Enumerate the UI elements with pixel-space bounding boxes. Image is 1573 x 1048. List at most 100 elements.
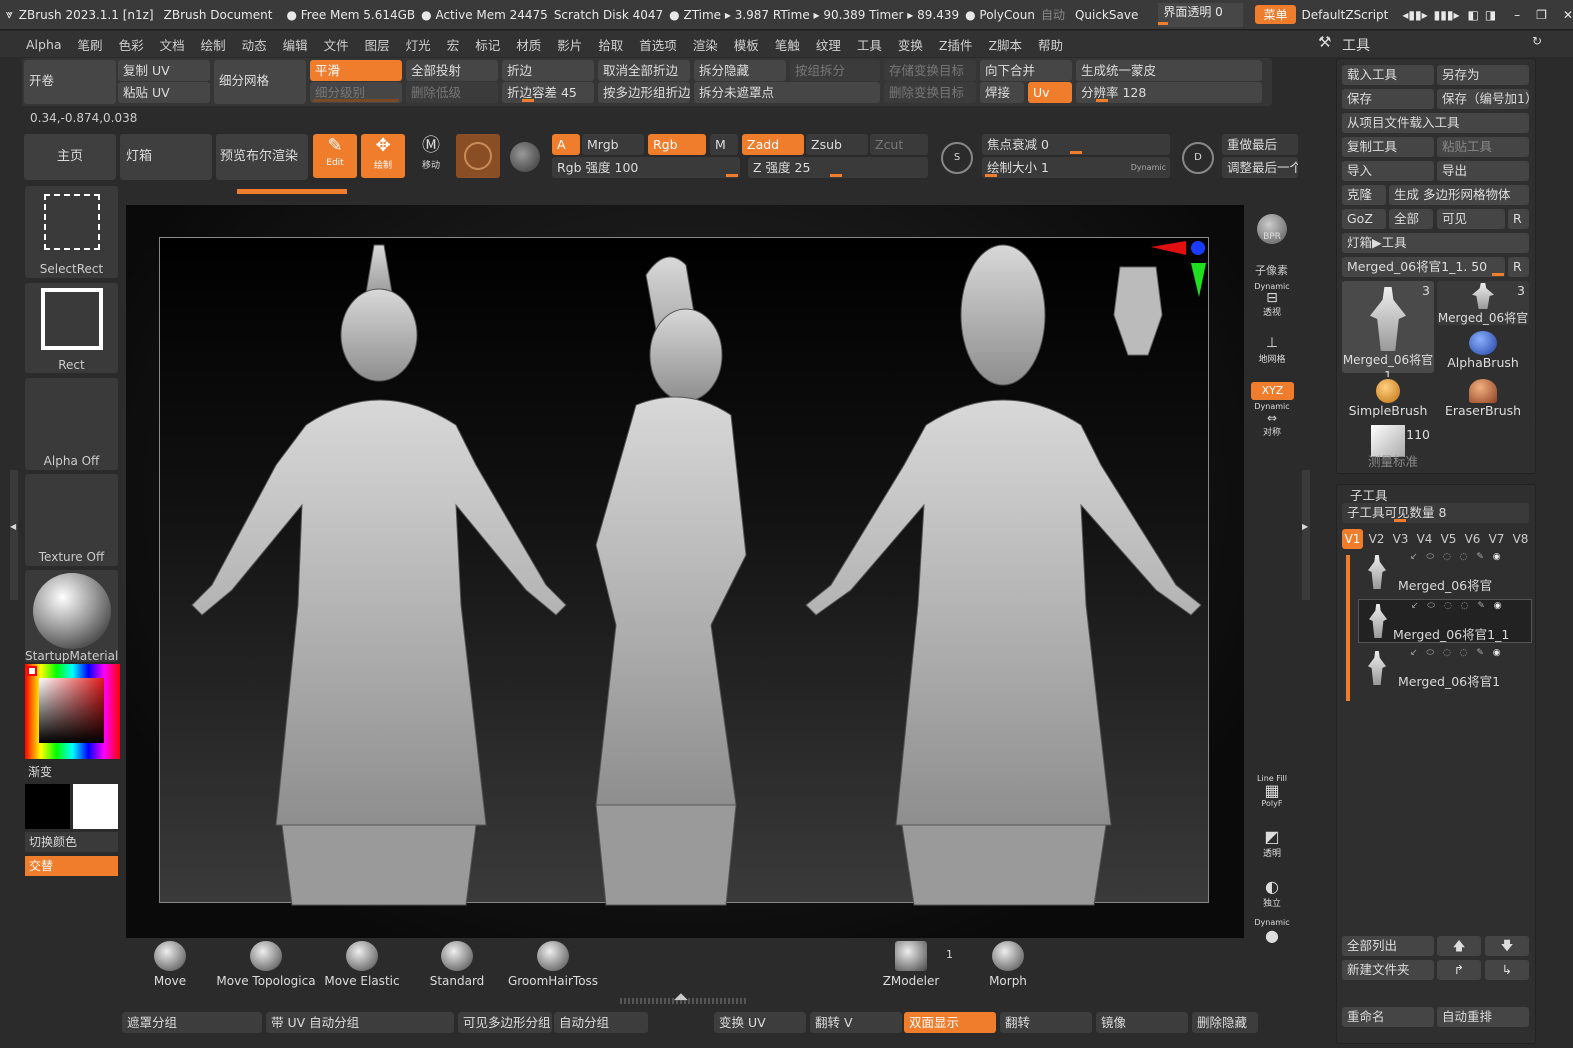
version-tab-4[interactable]: V4 (1414, 529, 1435, 549)
menu-1[interactable]: 笔刷 (70, 35, 111, 54)
weld-button[interactable]: 焊接 (980, 82, 1024, 103)
list-all-button[interactable]: 全部列出 (1342, 936, 1434, 956)
menu-4[interactable]: 绘制 (193, 35, 234, 54)
quicksave-button[interactable]: QuickSave (1075, 8, 1138, 22)
menu-16[interactable]: 渲染 (685, 35, 726, 54)
load-from-project-button[interactable]: 从项目文件载入工具 (1342, 113, 1529, 133)
smooth-toggle[interactable]: 平滑 (310, 60, 402, 81)
export-button[interactable]: 导出 (1437, 161, 1529, 181)
menu-24[interactable]: 帮助 (1030, 35, 1071, 54)
crease-button[interactable]: 折边 (502, 60, 594, 81)
ui-transparency-slider[interactable]: 界面透明 0 (1158, 2, 1244, 27)
brush-zmodeler[interactable]: ZModeler (876, 941, 946, 997)
switch-color-button[interactable]: 切换颜色 (25, 832, 118, 852)
adjust-last-button[interactable]: 调整最后一个 (1222, 157, 1298, 178)
refresh-icon[interactable]: ↻ (1532, 34, 1542, 48)
stroke-s-icon[interactable]: S (941, 142, 973, 174)
subtool-row[interactable]: ↙ ⬭ ◌ ◌ ✎ ◉ Merged_06将官 (1358, 551, 1532, 595)
subtool-title[interactable]: 子工具 (1350, 485, 1388, 504)
current-tool-r-button[interactable]: R (1508, 257, 1529, 277)
bottom-btn-6[interactable]: 双面显示 (904, 1012, 996, 1033)
subtool-toggles[interactable]: ↙ ⬭ ◌ ◌ ✎ ◉ (1410, 648, 1504, 658)
dock2-icon[interactable]: ◨ (1485, 8, 1496, 22)
move-down-button[interactable]: 🡇 (1485, 936, 1529, 956)
tool-thumb-alphabrush[interactable]: AlphaBrush (1437, 329, 1529, 373)
alternate-button[interactable]: 交替 (25, 856, 118, 876)
menu-9[interactable]: 灯光 (398, 35, 439, 54)
del-mt-button[interactable]: 删除变换目标 (884, 82, 976, 103)
crease-tolerance-slider[interactable]: 折边容差 45 (502, 82, 594, 103)
sdiv-slider[interactable]: 细分级别 (310, 82, 402, 103)
version-tab-3[interactable]: V3 (1390, 529, 1411, 549)
copy-tool-button[interactable]: 复制工具 (1342, 137, 1434, 157)
right-dock-handle[interactable]: ▶ (1302, 470, 1310, 600)
bottom-btn-8[interactable]: 镜像 (1096, 1012, 1188, 1033)
rgb-intensity-slider[interactable]: Rgb 强度 100 (552, 157, 740, 178)
resolution-slider[interactable]: 分辨率 128 (1076, 82, 1262, 103)
brush-groomhairtoss[interactable]: GroomHairToss (505, 941, 601, 997)
unified-skin-button[interactable]: 生成统一蒙皮 (1076, 60, 1262, 81)
paste-uv-button[interactable]: 粘贴 UV (118, 82, 210, 103)
group-split-button[interactable]: 按组拆分 (790, 60, 880, 81)
gradient-label[interactable]: 渐变 (28, 763, 52, 780)
subtool-row[interactable]: ↙ ⬭ ◌ ◌ ✎ ◉ Merged_06将官1_1 (1358, 599, 1532, 643)
paste-tool-button[interactable]: 粘贴工具 (1437, 137, 1529, 157)
document-canvas[interactable] (126, 205, 1244, 938)
menu-5[interactable]: 动态 (234, 35, 275, 54)
store-mt-button[interactable]: 存储变换目标 (884, 60, 976, 81)
version-tab-8[interactable]: V8 (1510, 529, 1531, 549)
brush-move[interactable]: Move (140, 941, 200, 997)
menu-6[interactable]: 编辑 (275, 35, 316, 54)
transp-button[interactable]: ◩ 透明 (1250, 828, 1294, 868)
goz-all-button[interactable]: 全部 (1389, 209, 1433, 229)
rename-button[interactable]: 重命名 (1342, 1007, 1434, 1027)
tool-thumb-simplebrush[interactable]: SimpleBrush (1342, 377, 1434, 421)
menu-18[interactable]: 笔触 (767, 35, 808, 54)
texture-slot[interactable]: Texture Off (25, 474, 118, 566)
bottom-btn-9[interactable]: 删除隐藏 (1192, 1012, 1258, 1033)
m-button[interactable]: M (710, 134, 738, 155)
del-lower-button[interactable]: 删除低级 (406, 82, 498, 103)
menu-10[interactable]: 宏 (439, 35, 468, 54)
brush-standard[interactable]: Standard (420, 941, 494, 997)
zadd-button[interactable]: Zadd (742, 134, 804, 155)
move-up-button[interactable]: 🡅 (1437, 936, 1481, 956)
menu-button[interactable]: 菜单 (1255, 5, 1296, 24)
copy-uv-button[interactable]: 复制 UV (118, 60, 210, 81)
tool-thumb-measure[interactable]: 测量标准 110 (1342, 425, 1434, 469)
version-tab-7[interactable]: V7 (1486, 529, 1507, 549)
menu-22[interactable]: Z插件 (931, 35, 981, 54)
solo-button[interactable]: ◐ 独立 (1250, 878, 1294, 918)
uncrease-all-button[interactable]: 取消全部折边 (598, 60, 690, 81)
home-button[interactable]: 主页 (24, 134, 116, 180)
brush-move-elastic[interactable]: Move Elastic (322, 941, 402, 997)
current-tool-slider[interactable]: Merged_06将官1_1. 50 (1342, 257, 1505, 277)
persp-button[interactable]: Dynamic ⊟ 透视 (1250, 282, 1294, 322)
tool-thumb-merged-1[interactable]: Merged_06将官1 3 (1342, 281, 1434, 383)
save-as-button[interactable]: 另存为 (1437, 65, 1529, 85)
move-into-button[interactable]: ↱ (1437, 960, 1481, 980)
axis-gizmo-icon[interactable] (1151, 241, 1206, 297)
project-all-button[interactable]: 全部投射 (406, 60, 498, 81)
load-tool-button[interactable]: 载入工具 (1342, 65, 1434, 85)
move-out-button[interactable]: ↳ (1485, 960, 1529, 980)
rect-tool[interactable]: Rect (25, 283, 118, 373)
version-tab-1[interactable]: V1 (1342, 529, 1363, 549)
floor-button[interactable]: ⊥ 地网格 (1250, 334, 1294, 374)
xyz-toggle[interactable]: XYZ (1251, 382, 1294, 400)
lightbox-tool-button[interactable]: 灯箱▶工具 (1342, 233, 1529, 253)
color-picker[interactable] (25, 664, 120, 759)
crease-pg-button[interactable]: 按多边形组折边 (598, 82, 690, 103)
edit-button[interactable]: ✎ Edit (313, 134, 357, 178)
menu-23[interactable]: Z脚本 (980, 35, 1030, 54)
menu-20[interactable]: 工具 (849, 35, 890, 54)
dock-icon[interactable]: ◧ (1467, 8, 1478, 22)
menu-0[interactable]: Alpha (0, 37, 70, 52)
symmetry-button[interactable]: Dynamic ⇔ 对称 (1250, 402, 1294, 442)
material-slot[interactable]: StartupMaterial (25, 570, 118, 663)
tray-collapse-handle[interactable]: ◢◣ (620, 992, 748, 1004)
primary-color-swatch[interactable] (25, 784, 70, 829)
selectrect-tool[interactable]: SelectRect (25, 186, 118, 278)
bpr-button[interactable]: BPR (1250, 212, 1294, 252)
model-viewport[interactable] (126, 205, 1244, 938)
